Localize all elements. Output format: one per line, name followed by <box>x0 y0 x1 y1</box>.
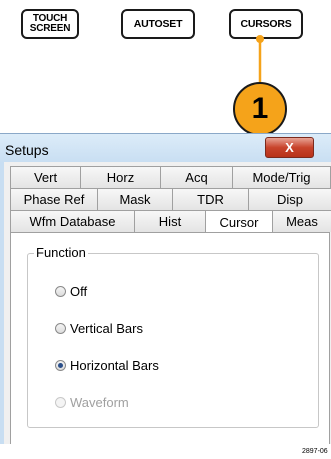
close-icon: X <box>285 140 294 155</box>
radio-horizontal-bars[interactable]: Horizontal Bars <box>55 358 159 373</box>
tab-phase-ref[interactable]: Phase Ref <box>10 188 98 210</box>
radio-vertical-bars-button[interactable] <box>55 323 66 334</box>
tab-disp[interactable]: Disp <box>248 188 331 210</box>
radio-waveform: Waveform <box>55 395 129 410</box>
radio-horizontal-bars-button[interactable] <box>55 360 66 371</box>
radio-vertical-bars-label: Vertical Bars <box>70 321 143 336</box>
tab-row-3: Wfm Database Hist Cursor Meas <box>10 210 331 234</box>
tab-row-1: Vert Horz Acq Mode/Trig <box>10 166 331 188</box>
function-group-label: Function <box>34 245 88 260</box>
function-group: Function Off Vertical Bars Horizontal Ba… <box>27 245 319 428</box>
tab-tdr[interactable]: TDR <box>172 188 249 210</box>
cursor-tab-panel: Function Off Vertical Bars Horizontal Ba… <box>10 232 330 444</box>
tab-horz[interactable]: Horz <box>80 166 161 188</box>
dialog-title: Setups <box>5 142 49 158</box>
tab-acq[interactable]: Acq <box>160 166 233 188</box>
callout-dot-top <box>256 35 264 43</box>
radio-vertical-bars[interactable]: Vertical Bars <box>55 321 143 336</box>
tab-hist[interactable]: Hist <box>134 210 206 232</box>
tab-meas[interactable]: Meas <box>272 210 331 232</box>
figure-id: 2897-06 <box>302 448 328 455</box>
radio-off[interactable]: Off <box>55 284 87 299</box>
radio-horizontal-bars-label: Horizontal Bars <box>70 358 159 373</box>
tab-row-2: Phase Ref Mask TDR Disp <box>10 188 331 210</box>
tab-wfm-database[interactable]: Wfm Database <box>10 210 135 232</box>
dialog-titlebar[interactable]: Setups X <box>0 133 331 163</box>
dialog-body: Vert Horz Acq Mode/Trig Phase Ref Mask T… <box>0 162 331 444</box>
radio-off-label: Off <box>70 284 88 299</box>
close-button[interactable]: X <box>265 137 314 158</box>
tab-cursor[interactable]: Cursor <box>205 210 273 234</box>
setups-dialog: Setups X Vert Horz Acq Mode/Trig Phase R… <box>0 133 331 444</box>
tab-mask[interactable]: Mask <box>97 188 173 210</box>
radio-waveform-label: Waveform <box>70 395 129 410</box>
tab-mode-trig[interactable]: Mode/Trig <box>232 166 331 188</box>
tab-vert[interactable]: Vert <box>10 166 81 188</box>
callout-number: 1 <box>251 92 269 125</box>
radio-off-button[interactable] <box>55 286 66 297</box>
radio-waveform-button <box>55 397 66 408</box>
